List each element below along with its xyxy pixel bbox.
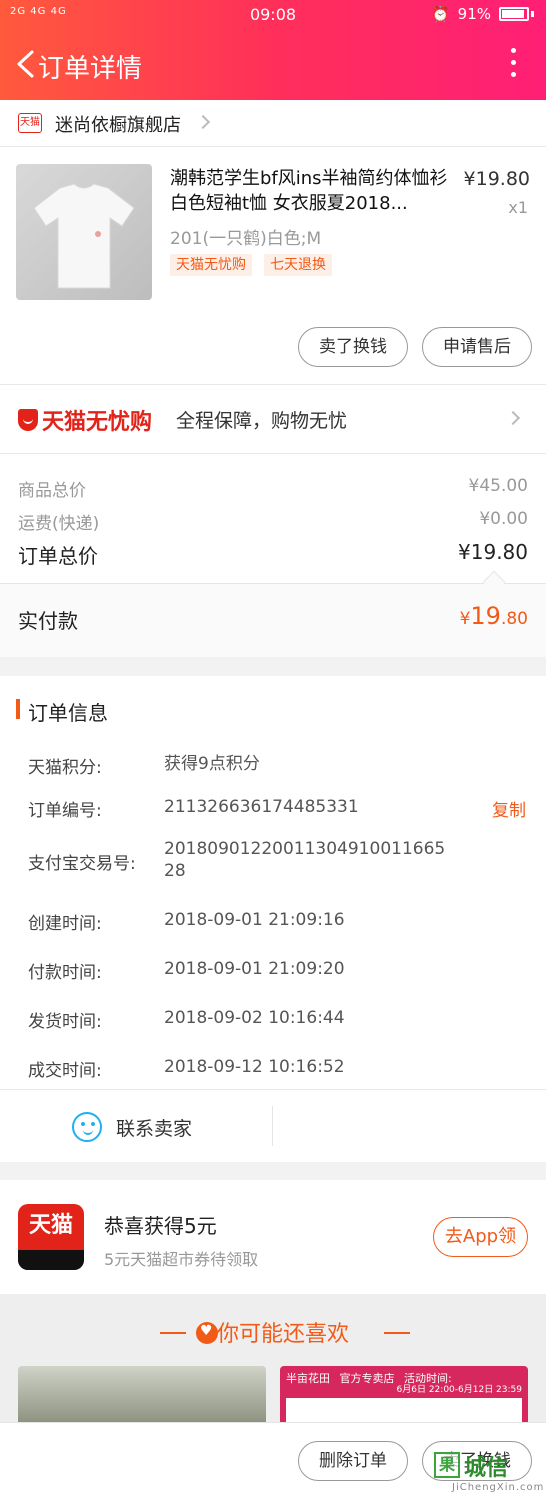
paid-label: 实付款 (18, 609, 78, 633)
goods-total-label: 商品总价 (18, 481, 86, 501)
status-right: ⏰ 91% (431, 5, 534, 23)
shop-name[interactable]: 迷尚依橱旗舰店 (55, 111, 181, 137)
tmall-shop-badge: 天猫 (18, 113, 42, 133)
watermark-text: 城信 (464, 1456, 509, 1481)
info-value: 2018-09-01 21:09:16 (164, 910, 345, 930)
page-title: 订单详情 (38, 54, 143, 84)
info-label: 付款时间: (28, 963, 102, 983)
promo-subtitle: 5元天猫超市券待领取 (104, 1250, 259, 1269)
worry-free-logo-text: 天猫无忧购 (42, 410, 153, 435)
divider (0, 453, 546, 454)
decor-line (384, 1332, 410, 1334)
battery-tip (531, 11, 534, 17)
info-value: 获得9点积分 (164, 754, 260, 774)
info-value: 2018-09-02 10:16:44 (164, 1008, 345, 1028)
goods-total-value: ¥45.00 (468, 476, 528, 496)
contact-seller-label: 联系卖家 (116, 1117, 193, 1140)
order-total-value: ¥19.80 (458, 540, 528, 564)
section-accent (16, 699, 20, 719)
info-label: 支付宝交易号: (28, 854, 136, 874)
vertical-divider (272, 1106, 273, 1146)
tmall-app-logo: 天猫 (18, 1204, 84, 1270)
product-title[interactable]: 潮韩范学生bf风ins半袖简约体恤衫白色短袖t恤 女衣服夏2018... (170, 166, 455, 216)
product-price: ¥19.80 (463, 168, 530, 190)
divider (0, 1089, 546, 1090)
shipping-label: 运费(快递) (18, 514, 100, 534)
more-menu-icon[interactable] (508, 48, 518, 82)
promo-title: 恭喜获得5元 (104, 1214, 217, 1238)
activity-dates: 6月6日 22:00-6月12日 23:59 (396, 1385, 522, 1395)
paid-decimal: .80 (500, 609, 528, 629)
brand-label: 半亩花田 (286, 1372, 330, 1385)
battery-percent: 91% (457, 5, 491, 23)
tag-seven-day-return: 七天退换 (264, 254, 332, 276)
watermark-logo: 果 (434, 1452, 460, 1478)
info-label: 创建时间: (28, 914, 102, 934)
product-quantity: x1 (508, 198, 528, 217)
watermark-url: JiChengXin.com (452, 1482, 545, 1493)
app-header: 2G 4G 4G 09:08 ⏰ 91% 订单详情 (0, 0, 546, 100)
sell-for-cash-button[interactable]: 卖了换钱 (298, 327, 408, 367)
shipping-value: ¥0.00 (479, 509, 528, 529)
info-label: 成交时间: (28, 1061, 102, 1081)
after-sales-button[interactable]: 申请售后 (422, 327, 532, 367)
delete-order-button[interactable]: 删除订单 (298, 1441, 408, 1481)
divider (0, 384, 546, 385)
paid-currency: ¥ (459, 609, 471, 629)
copy-button[interactable]: 复制 (492, 796, 526, 821)
worry-free-text: 全程保障，购物无忧 (176, 410, 348, 432)
shield-icon (18, 409, 38, 431)
info-value: 2018-09-12 10:16:52 (164, 1057, 345, 1077)
tshirt-icon (33, 183, 135, 289)
recommend-title: 你可能还喜欢 (216, 1322, 349, 1347)
nav-bar: 订单详情 (0, 30, 546, 100)
info-value: 2018-09-01 21:09:20 (164, 959, 345, 979)
info-label: 订单编号: (28, 801, 102, 821)
product-image[interactable] (16, 164, 152, 300)
order-info-title: 订单信息 (28, 701, 108, 725)
paid-value: ¥19.80 (460, 602, 528, 630)
recommend-item-image[interactable]: 半亩花田 官方专卖店 活动时间: 6月6日 22:00-6月12日 23:59 (280, 1366, 528, 1426)
paid-integer: 19 (470, 602, 501, 630)
site-watermark: 果 城信 JiChengXin.com (430, 1450, 543, 1496)
open-app-button[interactable]: 去App领 (433, 1217, 528, 1257)
tag-worry-free: 天猫无忧购 (170, 254, 252, 276)
chat-face-icon (72, 1112, 102, 1142)
order-number: 211326636174485331 (164, 797, 359, 817)
contact-seller-button[interactable]: 联系卖家 (72, 1112, 192, 1142)
battery-icon (499, 7, 529, 21)
recommend-item-image[interactable] (18, 1366, 266, 1426)
back-icon[interactable] (14, 50, 38, 78)
divider (0, 146, 546, 147)
order-total-label: 订单总价 (18, 544, 98, 568)
status-bar: 2G 4G 4G 09:08 ⏰ 91% (0, 0, 546, 30)
worry-free-logo: 天猫无忧购 (18, 404, 152, 436)
store-label: 官方专卖店 (339, 1372, 395, 1385)
product-sku: 201(一只鹤)白色;M (170, 229, 322, 249)
tmall-app-name: 天猫 (28, 1213, 73, 1238)
alarm-icon: ⏰ (430, 5, 450, 23)
info-label: 发货时间: (28, 1012, 102, 1032)
alipay-trade-number: 2018090122001130491001166528 (164, 839, 446, 881)
info-label: 天猫积分: (28, 758, 102, 778)
